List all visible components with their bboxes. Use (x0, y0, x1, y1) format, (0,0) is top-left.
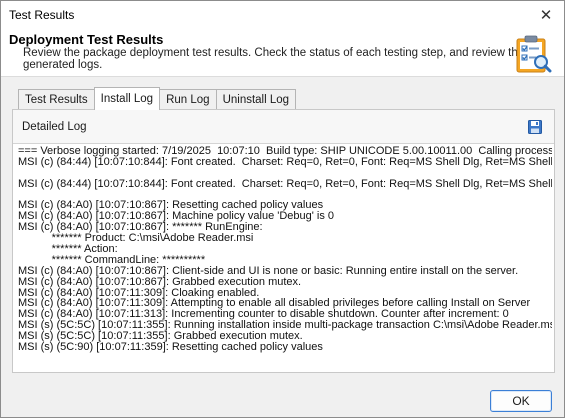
save-icon[interactable] (528, 120, 542, 134)
log-line: MSI (c) (84:A0) [10:07:10:867]: Resettin… (18, 200, 324, 212)
tab-run-log[interactable]: Run Log (159, 89, 217, 110)
log-line: ******* Product: C:\msi\Adobe Reader.msi (18, 233, 254, 245)
panel-header: Detailed Log (13, 110, 554, 144)
panel-title: Detailed Log (22, 121, 87, 133)
header-title: Deployment Test Results (9, 32, 164, 47)
log-line: MSI (c) (84:44) [10:07:10:844]: Font cre… (18, 156, 552, 168)
dialog-footer: OK (1, 379, 564, 417)
ok-button[interactable]: OK (490, 390, 552, 412)
log-line: MSI (c) (84:A0) [10:07:10:867]: Client-s… (18, 265, 519, 277)
log-line: MSI (c) (84:44) [10:07:10:844]: Font cre… (18, 178, 552, 190)
log-line: ******* CommandLine: ********** (18, 254, 206, 266)
log-line: MSI (c) (84:A0) [10:07:10:867]: Machine … (18, 211, 335, 223)
dialog-header: Deployment Test Results Review the packa… (1, 28, 564, 77)
log-line: === Verbose logging started: 7/19/2025 1… (18, 146, 552, 157)
log-line: MSI (c) (84:A0) [10:07:10:867]: Grabbed … (18, 276, 302, 288)
tab-strip: Test Results Install Log Run Log Uninsta… (18, 87, 297, 110)
tab-install-log[interactable]: Install Log (93, 87, 161, 110)
tab-uninstall-log[interactable]: Uninstall Log (215, 89, 297, 110)
detailed-log-panel: Detailed Log === Verbose logging started… (12, 109, 555, 373)
log-line: MSI (c) (84:A0) [10:07:11:313]: Incremen… (18, 309, 509, 321)
title-bar: Test Results ✕ (1, 1, 564, 28)
test-results-dialog: Test Results ✕ Deployment Test Results R… (0, 0, 565, 418)
log-text-area[interactable]: === Verbose logging started: 7/19/2025 1… (14, 146, 552, 368)
log-line: MSI (c) (84:A0) [10:07:11:309]: Attempti… (18, 298, 531, 310)
log-line: MSI (c) (84:A0) [10:07:10:867]: ******* … (18, 222, 263, 234)
log-line: MSI (s) (5C:90) [10:07:11:359]: Resettin… (18, 342, 323, 353)
close-icon[interactable]: ✕ (528, 1, 564, 28)
log-line: MSI (c) (84:A0) [10:07:11:309]: Cloaking… (18, 287, 260, 299)
clipboard-checklist-icon (516, 35, 552, 73)
log-line: MSI (s) (5C:5C) [10:07:11:355]: Running … (18, 320, 552, 332)
tab-test-results[interactable]: Test Results (18, 89, 95, 110)
window-title: Test Results (9, 7, 75, 22)
log-line: MSI (s) (5C:5C) [10:07:11:355]: Grabbed … (18, 331, 303, 343)
header-description: Review the package deployment test resul… (23, 47, 525, 71)
log-line: ******* Action: (18, 244, 118, 255)
